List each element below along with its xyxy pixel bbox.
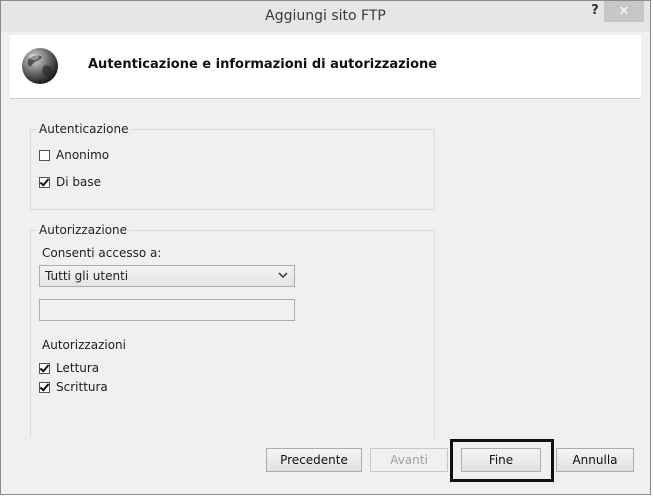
access-select[interactable]: Tutti gli utenti (39, 265, 295, 287)
write-checkbox[interactable] (39, 381, 50, 393)
wizard-header: Autenticazione e informazioni di autoriz… (10, 35, 641, 99)
close-button[interactable]: ✕ (604, 1, 644, 22)
anonymous-label: Anonimo (56, 148, 110, 162)
chevron-down-icon (278, 272, 288, 279)
authorization-legend: Autorizzazione (39, 223, 128, 237)
finish-button-highlight (450, 439, 554, 482)
anonymous-checkbox-row[interactable]: Anonimo (39, 148, 109, 162)
read-checkbox-row[interactable]: Lettura (39, 361, 99, 375)
anonymous-checkbox[interactable] (39, 149, 50, 161)
write-checkbox-row[interactable]: Scrittura (39, 380, 108, 394)
wizard-content: Autenticazione Anonimo Di base Autorizza… (10, 99, 641, 483)
basic-checkbox[interactable] (39, 176, 50, 188)
authentication-group: Autenticazione (30, 122, 435, 210)
read-checkbox[interactable] (39, 362, 50, 374)
permissions-label: Autorizzazioni (42, 338, 126, 352)
add-ftp-site-dialog: Aggiungi sito FTP ? ✕ Autenticazione e i… (0, 0, 651, 495)
write-label: Scrittura (56, 380, 108, 394)
wizard-footer: Precedente Avanti Fine Annulla (10, 438, 641, 483)
cancel-button[interactable]: Annulla (556, 448, 634, 472)
basic-label: Di base (56, 175, 101, 189)
read-label: Lettura (56, 361, 100, 375)
next-button[interactable]: Avanti (370, 448, 448, 472)
access-select-value: Tutti gli utenti (45, 269, 129, 283)
page-title: Autenticazione e informazioni di autoriz… (88, 57, 438, 72)
authentication-legend: Autenticazione (39, 122, 129, 136)
title-bar[interactable]: Aggiungi sito FTP ? ✕ (1, 1, 650, 32)
previous-button[interactable]: Precedente (266, 448, 362, 472)
window-title: Aggiungi sito FTP (265, 8, 386, 24)
basic-checkbox-row[interactable]: Di base (39, 175, 101, 189)
user-role-input[interactable] (39, 299, 295, 321)
access-label: Consenti accesso a: (42, 246, 162, 260)
globe-icon (22, 48, 58, 84)
